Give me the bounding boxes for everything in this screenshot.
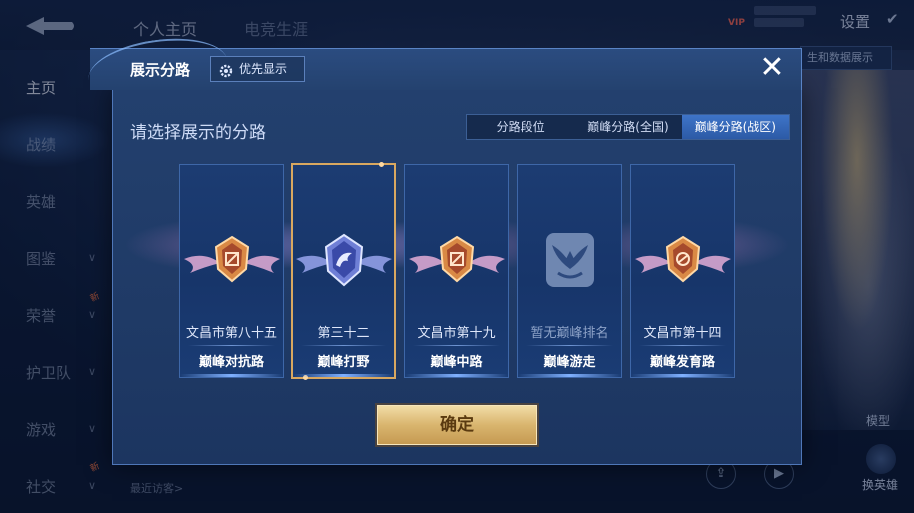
- lane-card-farm[interactable]: 文昌市第十四 巅峰发育路: [630, 164, 735, 378]
- lane-source-tabs: 分路段位 巅峰分路(全国) 巅峰分路(战区): [466, 114, 790, 140]
- lane-card-jungle[interactable]: 第三十二 巅峰打野: [291, 162, 396, 380]
- select-lane-prompt: 请选择展示的分路: [130, 123, 266, 143]
- card-lane-name: 巅峰打野: [317, 355, 370, 370]
- blue-dragon-crest-icon: [292, 229, 396, 297]
- dialog-title: 展示分路: [130, 61, 191, 79]
- card-rank-text: 文昌市第十九: [417, 326, 496, 341]
- tab-peak-lane-national[interactable]: 巅峰分路(全国): [574, 115, 681, 139]
- priority-display-button[interactable]: 优先显示: [210, 56, 305, 82]
- lane-card-mid[interactable]: 文昌市第十九 巅峰中路: [404, 164, 509, 378]
- card-rank-text: 文昌市第十四: [643, 326, 722, 341]
- card-lane-name: 巅峰对抗路: [198, 355, 264, 370]
- orange-crest-icon: [631, 229, 735, 297]
- tab-lane-rank[interactable]: 分路段位: [467, 115, 574, 139]
- priority-display-label: 优先显示: [239, 62, 288, 76]
- close-icon[interactable]: ✕: [755, 52, 789, 86]
- card-rank-text: 第三十二: [317, 326, 370, 341]
- orange-crest-icon: [405, 229, 509, 297]
- card-lane-name: 巅峰中路: [430, 355, 483, 370]
- card-lane-name: 巅峰游走: [543, 355, 596, 370]
- dialog-header: [90, 48, 802, 90]
- lane-card-roam[interactable]: 暂无巅峰排名 巅峰游走: [517, 164, 622, 378]
- card-rank-text: 暂无巅峰排名: [530, 326, 609, 341]
- orange-crest-icon: [180, 229, 284, 297]
- card-rank-text: 文昌市第八十五: [185, 326, 277, 341]
- card-lane-name: 巅峰发育路: [649, 355, 715, 370]
- confirm-button[interactable]: 确定: [377, 405, 537, 445]
- lane-card-top[interactable]: 文昌市第八十五 巅峰对抗路: [179, 164, 284, 378]
- wing-shield-icon: [518, 229, 622, 297]
- gear-icon: [219, 62, 233, 78]
- tab-peak-lane-region[interactable]: 巅峰分路(战区): [681, 115, 789, 139]
